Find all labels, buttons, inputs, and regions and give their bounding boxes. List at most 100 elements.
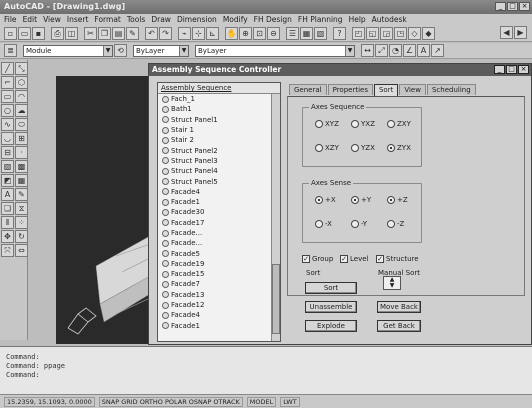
unassemble-button[interactable]: Unassemble — [305, 301, 357, 313]
minimize-button[interactable]: _ — [495, 2, 506, 11]
checkbox-checked[interactable]: ✓ — [340, 255, 348, 263]
menu-draw[interactable]: Draw — [151, 15, 171, 25]
list-item[interactable]: Facade... — [158, 238, 280, 248]
manual-sort-spinner[interactable]: ▲ ▼ — [383, 276, 401, 290]
zoom-realtime-icon[interactable]: ⊕ — [239, 27, 252, 40]
module-combo[interactable]: Module ▼ — [23, 44, 113, 57]
maximize-button[interactable]: □ — [507, 2, 518, 11]
pan-icon[interactable]: ✋ — [225, 27, 238, 40]
radio-button[interactable] — [351, 196, 359, 204]
osnap-icon[interactable]: ⊹ — [192, 27, 205, 40]
properties-icon[interactable]: ☰ — [286, 27, 299, 40]
menu-dimension[interactable]: Dimension — [177, 15, 217, 25]
paste-icon[interactable]: ▤ — [112, 27, 125, 40]
assembly-tree[interactable]: Assembly Sequence Fach_1 Bath1 Struct Pa… — [157, 82, 281, 342]
radio-button[interactable] — [315, 220, 323, 228]
list-item[interactable]: Facade4 — [158, 187, 280, 197]
list-item[interactable]: Facade13 — [158, 290, 280, 300]
radio-yxz[interactable]: YXZ — [351, 120, 375, 128]
offset-icon[interactable]: ⫴ — [1, 216, 14, 229]
zoom-previous-icon[interactable]: ⊖ — [267, 27, 280, 40]
move-back-button[interactable]: Move Back — [377, 301, 421, 313]
ucs-icon[interactable]: ⊾ — [206, 27, 219, 40]
radio-button[interactable] — [351, 120, 359, 128]
list-item[interactable]: Facade7 — [158, 279, 280, 289]
dimension-linear-icon[interactable]: ↔ — [361, 44, 374, 57]
radio-xzy[interactable]: XZY — [315, 144, 339, 152]
radio-minus-z[interactable]: -Z — [387, 220, 404, 228]
list-item[interactable]: Stair 2 — [158, 135, 280, 145]
polyline-icon[interactable]: ⌐ — [1, 76, 14, 89]
radio-yzx[interactable]: YZX — [351, 144, 375, 152]
new-file-icon[interactable]: ▫ — [4, 27, 17, 40]
lineweight-toggle[interactable]: LWT — [280, 396, 300, 407]
radio-button[interactable] — [387, 144, 395, 152]
copy-icon[interactable]: ❐ — [98, 27, 111, 40]
tree-scrollbar[interactable] — [271, 94, 280, 341]
drawing-viewport[interactable] — [56, 76, 150, 344]
text-icon[interactable]: A — [417, 44, 430, 57]
save-icon[interactable]: ▪ — [32, 27, 45, 40]
menu-autodesk[interactable]: Autodesk — [372, 15, 407, 25]
list-item[interactable]: Struct Panel3 — [158, 156, 280, 166]
list-item[interactable]: Struct Panel4 — [158, 166, 280, 176]
chevron-down-icon[interactable]: ▼ — [179, 45, 188, 56]
view-left-icon[interactable]: ◲ — [380, 27, 393, 40]
layer-previous-icon[interactable]: ⟲ — [114, 44, 127, 57]
radio-button[interactable] — [351, 144, 359, 152]
leader-icon[interactable]: ↗ — [431, 44, 444, 57]
rotate-icon[interactable]: ↻ — [15, 230, 28, 243]
spline-icon[interactable]: ∿ — [1, 118, 14, 131]
menu-fh-planning[interactable]: FH Planning — [298, 15, 343, 25]
preview-icon[interactable]: ◫ — [65, 27, 78, 40]
list-item[interactable]: Facade30 — [158, 207, 280, 217]
menu-insert[interactable]: Insert — [67, 15, 89, 25]
design-center-icon[interactable]: ▦ — [300, 27, 313, 40]
tool-palette-icon[interactable]: ▧ — [314, 27, 327, 40]
list-item[interactable]: Facade... — [158, 228, 280, 238]
checkbox-checked[interactable]: ✓ — [376, 255, 384, 263]
radio-button[interactable] — [315, 196, 323, 204]
scroll-left-icon[interactable]: ◀ — [500, 26, 513, 39]
polygon-icon[interactable]: ⬡ — [15, 76, 28, 89]
tab-general[interactable]: General — [289, 84, 327, 95]
hyperlink-icon[interactable]: ⌁ — [178, 27, 191, 40]
rectangle-icon[interactable]: ▭ — [1, 90, 14, 103]
undo-icon[interactable]: ↶ — [145, 27, 158, 40]
chevron-down-icon[interactable]: ▼ — [345, 45, 354, 56]
menu-modify[interactable]: Modify — [223, 15, 248, 25]
list-item[interactable]: Fach_1 — [158, 94, 280, 104]
explode-button[interactable]: Explode — [305, 320, 357, 332]
tab-sort[interactable]: Sort — [373, 84, 399, 96]
tab-scheduling[interactable]: Scheduling — [426, 84, 476, 95]
command-prompt[interactable]: Command: — [0, 371, 532, 380]
ellipse-arc-icon[interactable]: ◡ — [1, 132, 14, 145]
gradient-icon[interactable]: ▩ — [15, 160, 28, 173]
revcloud-icon[interactable]: ☁ — [15, 104, 28, 117]
menu-tools[interactable]: Tools — [127, 15, 145, 25]
construction-line-icon[interactable]: ⤡ — [15, 62, 28, 75]
menu-help[interactable]: Help — [349, 15, 366, 25]
list-item[interactable]: Struct Panel2 — [158, 145, 280, 155]
view-ne-iso-icon[interactable]: ◆ — [422, 27, 435, 40]
list-item[interactable]: Facade15 — [158, 269, 280, 279]
line-icon[interactable]: ╱ — [1, 62, 14, 75]
list-item[interactable]: Facade1 — [158, 321, 280, 331]
match-properties-icon[interactable]: ✎ — [126, 27, 139, 40]
checkbox-checked[interactable]: ✓ — [302, 255, 310, 263]
radio-button[interactable] — [387, 220, 395, 228]
list-item[interactable]: Facade4 — [158, 310, 280, 320]
dialog-title-bar[interactable]: Assembly Sequence Controller — [149, 64, 531, 76]
radio-plus-z[interactable]: +Z — [387, 196, 408, 204]
scale-icon[interactable]: ⤧ — [1, 244, 14, 257]
radio-button[interactable] — [387, 196, 395, 204]
tree-header[interactable]: Assembly Sequence — [158, 83, 280, 94]
dialog-minimize-button[interactable]: _ — [494, 65, 505, 74]
structure-checkbox[interactable]: ✓ Structure — [376, 255, 419, 263]
group-checkbox[interactable]: ✓ Group — [302, 255, 333, 263]
menu-edit[interactable]: Edit — [23, 15, 38, 25]
radio-minus-y[interactable]: -Y — [351, 220, 367, 228]
radio-zxy[interactable]: ZXY — [387, 120, 411, 128]
list-item[interactable]: Facade17 — [158, 218, 280, 228]
dimension-aligned-icon[interactable]: ⤢ — [375, 44, 388, 57]
